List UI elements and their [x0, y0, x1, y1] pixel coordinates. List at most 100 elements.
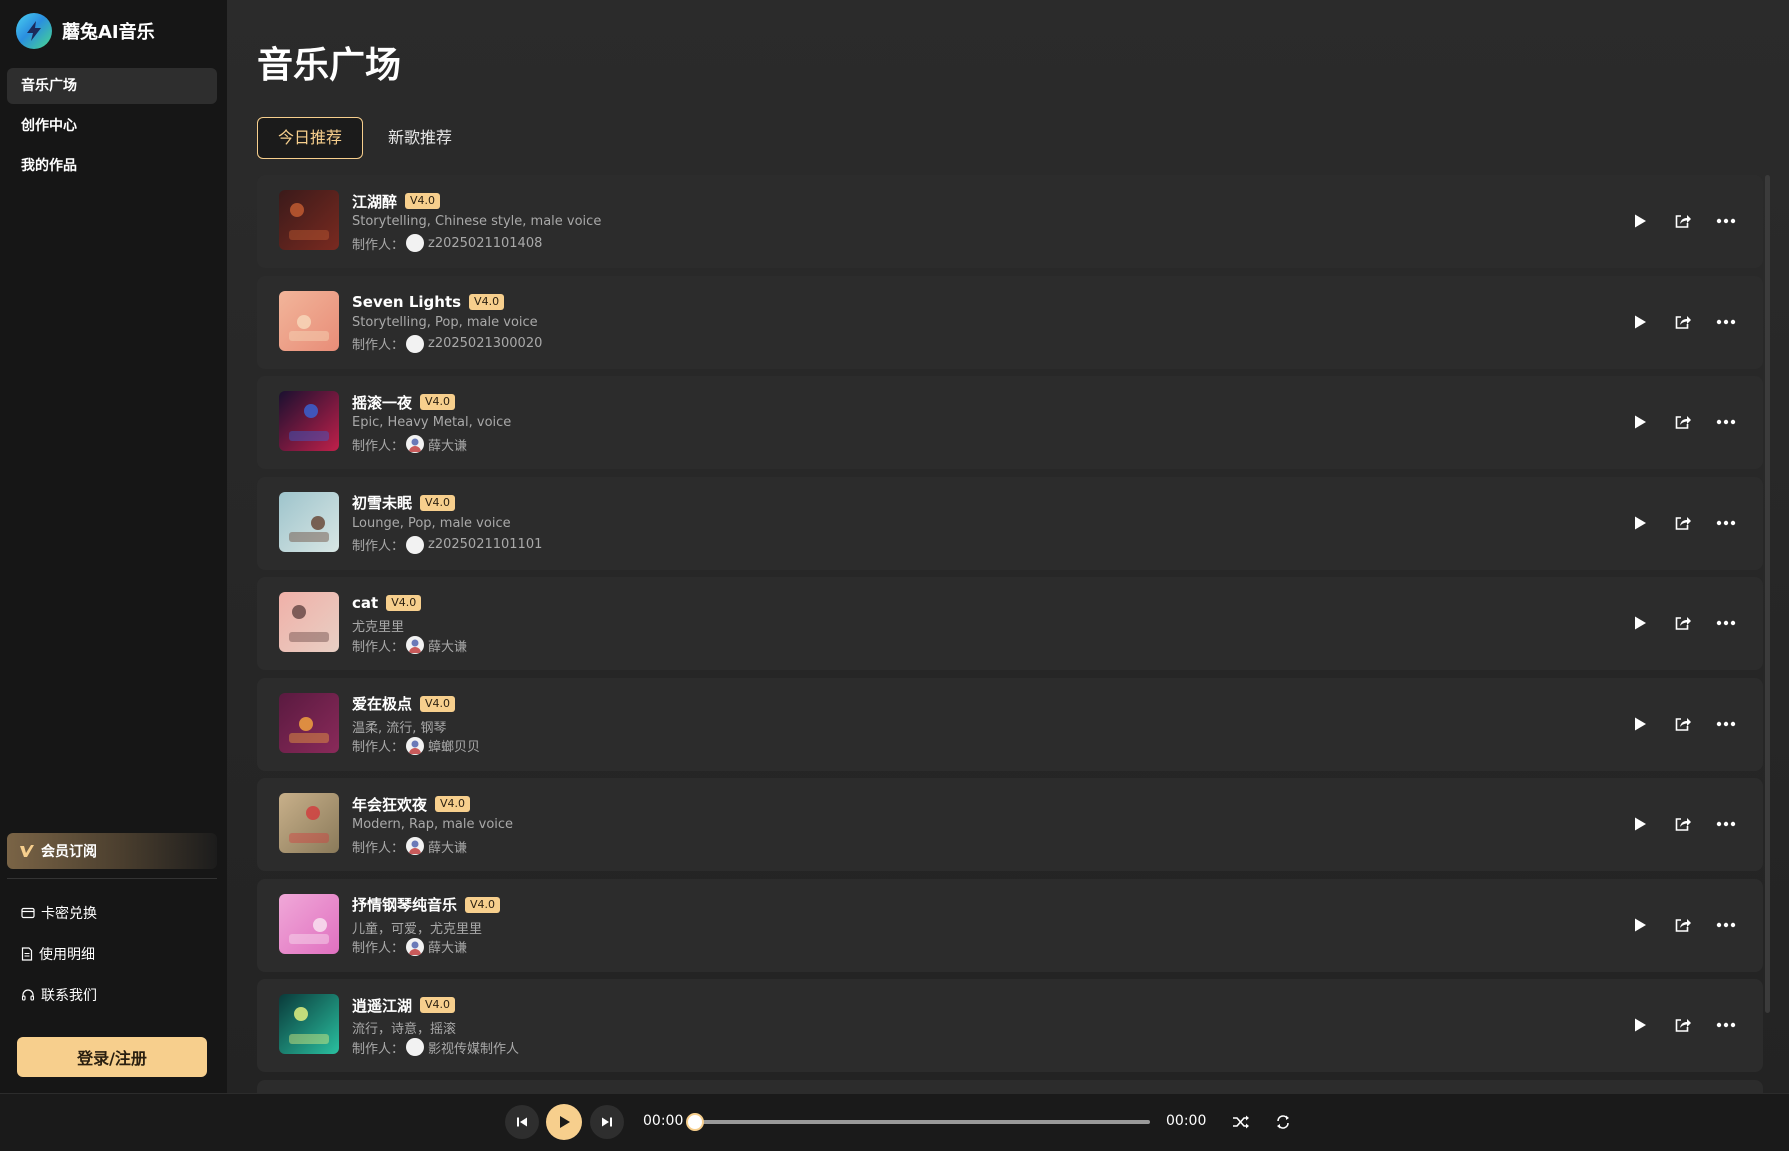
song-title[interactable]: cat: [352, 594, 378, 612]
song-tags: Modern, Rap, male voice: [352, 817, 514, 832]
song-title[interactable]: 爱在极点: [352, 693, 412, 714]
song-cover[interactable]: [279, 290, 339, 351]
repeat-button[interactable]: [1271, 1110, 1295, 1134]
song-cover[interactable]: [279, 391, 339, 451]
row-actions: [1612, 608, 1741, 638]
share-button[interactable]: [1668, 508, 1698, 538]
sidebar-item-my-works[interactable]: 我的作品: [7, 148, 217, 184]
more-button[interactable]: [1711, 407, 1741, 437]
song-tags: 儿童，可爱，尤克里里: [352, 921, 483, 937]
song-maker: 制作人： 薛大谦: [352, 635, 467, 655]
share-button[interactable]: [1668, 910, 1698, 940]
sidebar-item-music-square[interactable]: 音乐广场: [7, 68, 217, 104]
share-button[interactable]: [1668, 709, 1698, 739]
song-row[interactable]: 摇滚一夜 V4.0 Epic, Heavy Metal, voice 制作人： …: [257, 376, 1763, 469]
song-row[interactable]: cat V4.0 尤克里里 制作人： 薛大谦: [257, 577, 1763, 670]
maker-name[interactable]: 薛大谦: [428, 435, 467, 454]
song-title[interactable]: 逍遥江湖: [352, 995, 412, 1016]
song-row[interactable]: 抒情钢琴纯音乐 V4.0 儿童，可爱，尤克里里 制作人： 薛大谦: [257, 878, 1763, 972]
song-row[interactable]: 初雪未眠 V4.0 Lounge, Pop, male voice 制作人： z…: [257, 476, 1763, 570]
maker-name[interactable]: z2025021101101: [428, 537, 542, 552]
song-title[interactable]: 初雪未眠: [352, 492, 412, 513]
progress-handle[interactable]: [686, 1113, 704, 1131]
maker-name[interactable]: z2025021101408: [428, 236, 542, 251]
maker-name[interactable]: 薛大谦: [428, 837, 467, 856]
song-tags: Storytelling, Chinese style, male voice: [352, 214, 602, 229]
sidebar-link-usage[interactable]: 使用明细: [7, 933, 217, 974]
play-icon: [1635, 817, 1646, 831]
share-button[interactable]: [1668, 1010, 1698, 1040]
play-button[interactable]: [1625, 910, 1655, 940]
share-button[interactable]: [1668, 407, 1698, 437]
more-button[interactable]: [1711, 608, 1741, 638]
maker-name[interactable]: z2025021300020: [428, 336, 542, 351]
member-subscription-button[interactable]: 会员订阅: [7, 833, 217, 869]
play-button[interactable]: [1625, 307, 1655, 337]
song-row[interactable]: Seven Lights V4.0 Storytelling, Pop, mal…: [257, 275, 1763, 369]
more-button[interactable]: [1711, 910, 1741, 940]
song-maker: 制作人： 蟑螂贝贝: [352, 736, 480, 756]
share-icon: [1675, 818, 1691, 831]
more-icon: [1716, 721, 1736, 726]
maker-prefix: 制作人：: [352, 941, 405, 956]
maker-name[interactable]: 蟑螂贝贝: [428, 736, 480, 755]
play-button[interactable]: [1625, 709, 1655, 739]
maker-name[interactable]: 影视传媒制作人: [428, 1038, 519, 1057]
tab-new-songs[interactable]: 新歌推荐: [367, 117, 473, 159]
song-cover[interactable]: [279, 592, 339, 652]
share-button[interactable]: [1668, 608, 1698, 638]
play-button[interactable]: [1625, 508, 1655, 538]
song-title[interactable]: 抒情钢琴纯音乐: [352, 894, 457, 915]
song-cover[interactable]: [279, 893, 339, 954]
brand[interactable]: 蘑兔AI音乐: [16, 12, 155, 50]
song-title-line: Seven Lights V4.0: [352, 292, 505, 312]
tab-today-recommend[interactable]: 今日推荐: [257, 117, 364, 159]
more-button[interactable]: [1711, 508, 1741, 538]
share-button[interactable]: [1668, 809, 1698, 839]
share-button[interactable]: [1668, 307, 1698, 337]
song-cover[interactable]: [279, 692, 339, 753]
song-row[interactable]: 爱在极点 V4.0 温柔, 流行, 钢琴 制作人： 蟑螂贝贝: [257, 677, 1763, 771]
more-button[interactable]: [1711, 809, 1741, 839]
shuffle-icon: [1233, 1115, 1249, 1129]
song-title[interactable]: Seven Lights: [352, 293, 461, 311]
song-cover[interactable]: [279, 491, 339, 552]
sidebar-link-label: 联系我们: [41, 987, 97, 1004]
progress-bar[interactable]: [686, 1113, 1150, 1131]
sidebar-item-creation-center[interactable]: 创作中心: [7, 108, 217, 144]
play-button[interactable]: [1625, 206, 1655, 236]
song-cover[interactable]: [279, 994, 339, 1054]
play-button[interactable]: [1625, 1010, 1655, 1040]
song-title[interactable]: 年会狂欢夜: [352, 794, 427, 815]
more-button[interactable]: [1711, 709, 1741, 739]
previous-button[interactable]: [505, 1105, 539, 1139]
song-row[interactable]: 逍遥江湖 V4.0 流行，诗意，摇滚 制作人： 影视传媒制作人: [257, 979, 1763, 1072]
song-row[interactable]: 江湖醉 V4.0 Storytelling, Chinese style, ma…: [257, 175, 1763, 268]
next-button[interactable]: [590, 1105, 624, 1139]
more-button[interactable]: [1711, 1010, 1741, 1040]
sidebar: 蘑兔AI音乐 音乐广场 创作中心 我的作品 会员订阅 卡密兑换 使用明细 联系我…: [0, 0, 227, 1093]
song-cover[interactable]: [279, 793, 339, 853]
scrollbar[interactable]: [1765, 175, 1770, 1013]
more-icon: [1716, 620, 1736, 626]
play-button[interactable]: [1625, 407, 1655, 437]
song-row[interactable]: 年会狂欢夜 V4.0 Modern, Rap, male voice 制作人： …: [257, 778, 1763, 871]
song-title[interactable]: 江湖醉: [352, 191, 397, 212]
maker-name[interactable]: 薛大谦: [428, 937, 467, 956]
more-button[interactable]: [1711, 307, 1741, 337]
login-register-button[interactable]: 登录/注册: [17, 1037, 207, 1077]
share-button[interactable]: [1668, 206, 1698, 236]
song-row[interactable]: [257, 1079, 1763, 1093]
song-title[interactable]: 摇滚一夜: [352, 392, 412, 413]
sidebar-link-redeem[interactable]: 卡密兑换: [7, 892, 217, 933]
play-pause-button[interactable]: [546, 1104, 582, 1140]
more-button[interactable]: [1711, 206, 1741, 236]
maker-name[interactable]: 薛大谦: [428, 636, 467, 655]
play-button[interactable]: [1625, 809, 1655, 839]
sidebar-link-contact[interactable]: 联系我们: [7, 974, 217, 1015]
shuffle-button[interactable]: [1229, 1110, 1253, 1134]
song-cover[interactable]: [279, 190, 339, 250]
more-icon: [1716, 821, 1736, 827]
play-button[interactable]: [1625, 608, 1655, 638]
next-icon: [602, 1117, 612, 1127]
